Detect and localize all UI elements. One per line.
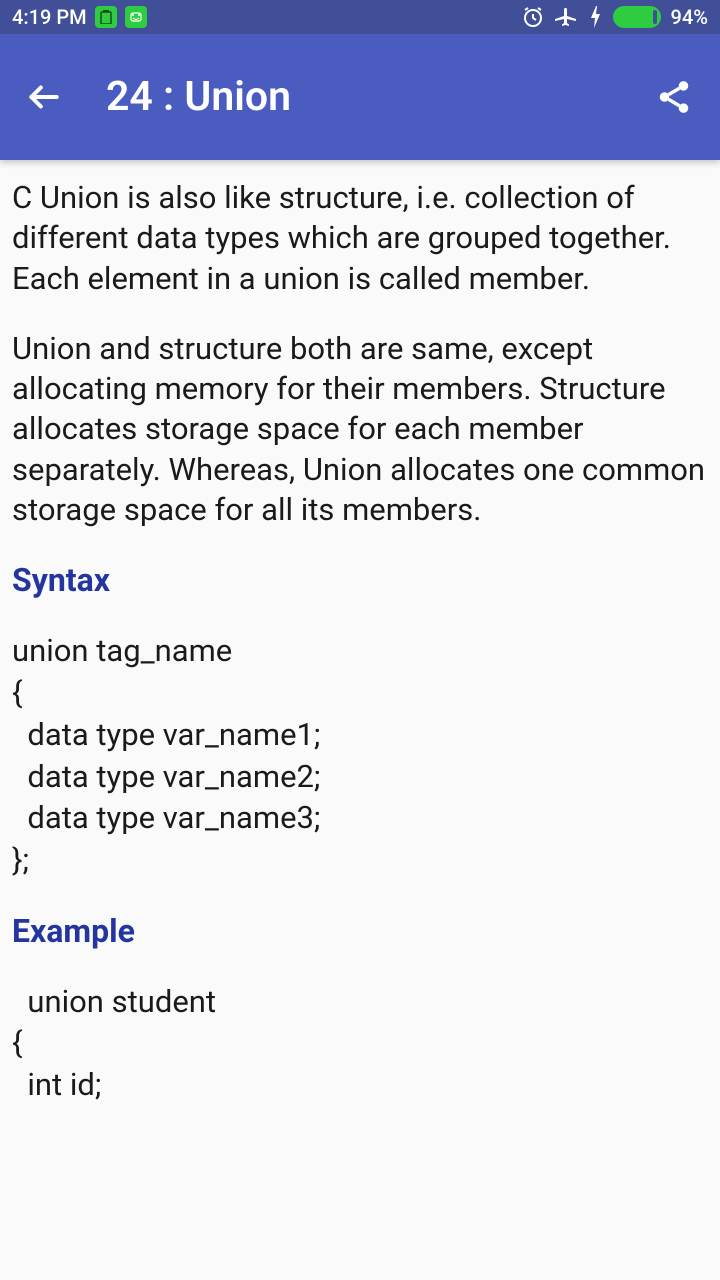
alarm-icon [521,5,545,29]
example-code: union student { int id; [12,981,708,1107]
syntax-code: union tag_name { data type var_name1; da… [12,630,708,881]
status-time: 4:19 PM [12,5,87,29]
app-bar: 24 : Union [0,34,720,160]
share-icon [655,78,693,116]
app-icon [125,6,147,28]
paragraph: C Union is also like structure, i.e. col… [12,178,708,299]
status-right: 94% [521,5,708,29]
airplane-icon [555,5,579,29]
arrow-left-icon [25,78,63,116]
battery-saver-icon [95,6,117,28]
back-button[interactable] [24,77,64,117]
battery-percent: 94% [671,5,708,29]
syntax-heading: Syntax [12,560,708,602]
status-bar: 4:19 PM 94% [0,0,720,34]
charging-icon [589,6,603,28]
battery-icon [613,6,661,28]
status-left: 4:19 PM [12,5,147,29]
example-heading: Example [12,911,708,953]
paragraph: Union and structure both are same, excep… [12,329,708,530]
article-content[interactable]: C Union is also like structure, i.e. col… [0,160,720,1154]
share-button[interactable] [652,75,696,119]
page-title: 24 : Union [106,73,291,121]
